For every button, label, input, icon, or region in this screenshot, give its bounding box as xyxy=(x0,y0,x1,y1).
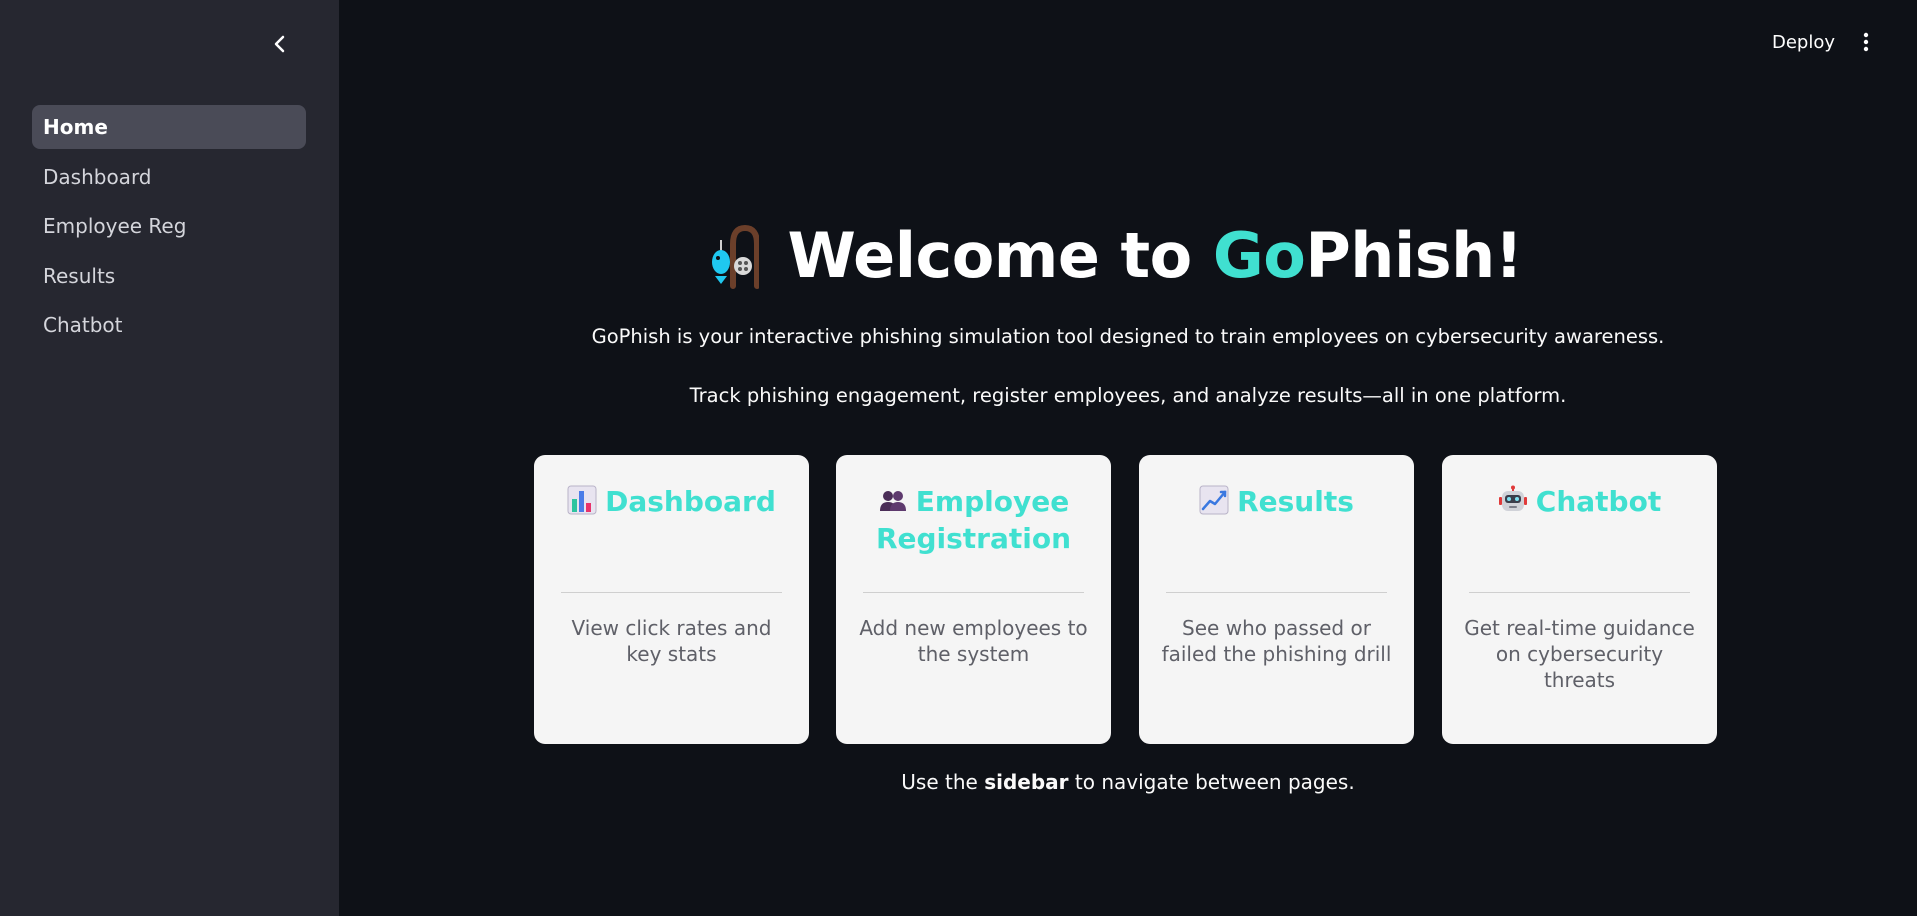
bar-chart-icon xyxy=(567,485,597,515)
navigation-hint: Use the sidebar to navigate between page… xyxy=(339,770,1917,794)
title-highlight: Go xyxy=(1212,219,1306,292)
card-employee-registration[interactable]: Employee Registration Add new employees … xyxy=(836,455,1111,744)
card-description: Add new employees to the system xyxy=(859,616,1088,666)
sidebar-item-results[interactable]: Results xyxy=(32,254,306,298)
card-title: Dashboard xyxy=(544,483,799,520)
sidebar-item-chatbot[interactable]: Chatbot xyxy=(32,303,306,347)
hint-prefix: Use the xyxy=(901,770,985,794)
card-dashboard[interactable]: Dashboard View click rates and key stats xyxy=(534,455,809,744)
title-suffix: Phish! xyxy=(1305,219,1523,292)
app-root: Home Dashboard Employee Reg Results Chat… xyxy=(0,0,1917,916)
sidebar-item-label: Results xyxy=(43,263,116,288)
sidebar-item-employee-reg[interactable]: Employee Reg xyxy=(32,204,306,248)
card-divider xyxy=(561,592,782,593)
card-divider xyxy=(863,592,1084,593)
chevron-left-icon xyxy=(274,35,285,53)
card-title: Employee Registration xyxy=(846,483,1101,557)
sidebar-item-dashboard[interactable]: Dashboard xyxy=(32,155,306,199)
card-title: Results xyxy=(1149,483,1404,520)
hint-suffix: to navigate between pages. xyxy=(1068,770,1355,794)
page-title-row: Welcome to GoPhish! xyxy=(339,222,1917,290)
sidebar-item-label: Chatbot xyxy=(43,313,123,337)
card-title-text: Dashboard xyxy=(605,485,776,518)
card-chatbot[interactable]: Chatbot Get real-time guidance on cybers… xyxy=(1442,455,1717,744)
sidebar-item-label: Employee Reg xyxy=(43,214,187,238)
card-title: Chatbot xyxy=(1452,483,1707,520)
robot-icon xyxy=(1498,485,1527,511)
sidebar: Home Dashboard Employee Reg Results Chat… xyxy=(0,0,339,916)
sidebar-nav: Home Dashboard Employee Reg Results Chat… xyxy=(32,105,306,353)
hint-bold: sidebar xyxy=(984,770,1069,794)
intro-text-secondary: Track phishing engagement, register empl… xyxy=(689,384,1567,407)
people-icon xyxy=(879,491,906,511)
feature-cards: Dashboard View click rates and key stats… xyxy=(534,455,1717,744)
line-chart-icon xyxy=(1199,485,1229,515)
sidebar-item-label: Home xyxy=(43,115,108,139)
card-title-text: Results xyxy=(1237,485,1354,518)
main-content: Welcome to GoPhish! GoPhish is your inte… xyxy=(339,0,1917,916)
card-divider xyxy=(1469,592,1690,593)
card-divider xyxy=(1166,592,1387,593)
sidebar-item-label: Dashboard xyxy=(43,164,152,189)
card-description: View click rates and key stats xyxy=(571,616,772,666)
card-results[interactable]: Results See who passed or failed the phi… xyxy=(1139,455,1414,744)
intro-text: GoPhish is your interactive phishing sim… xyxy=(591,325,1665,348)
card-description: See who passed or failed the phishing dr… xyxy=(1161,616,1392,666)
title-prefix: Welcome to xyxy=(787,219,1213,292)
fishing-pole-icon xyxy=(712,224,760,289)
card-title-text: Chatbot xyxy=(1535,485,1662,518)
card-description: Get real-time guidance on cybersecurity … xyxy=(1464,616,1695,692)
collapse-sidebar-button[interactable] xyxy=(266,30,294,58)
sidebar-item-home[interactable]: Home xyxy=(32,105,306,149)
page-title: Welcome to GoPhish! xyxy=(787,225,1523,287)
